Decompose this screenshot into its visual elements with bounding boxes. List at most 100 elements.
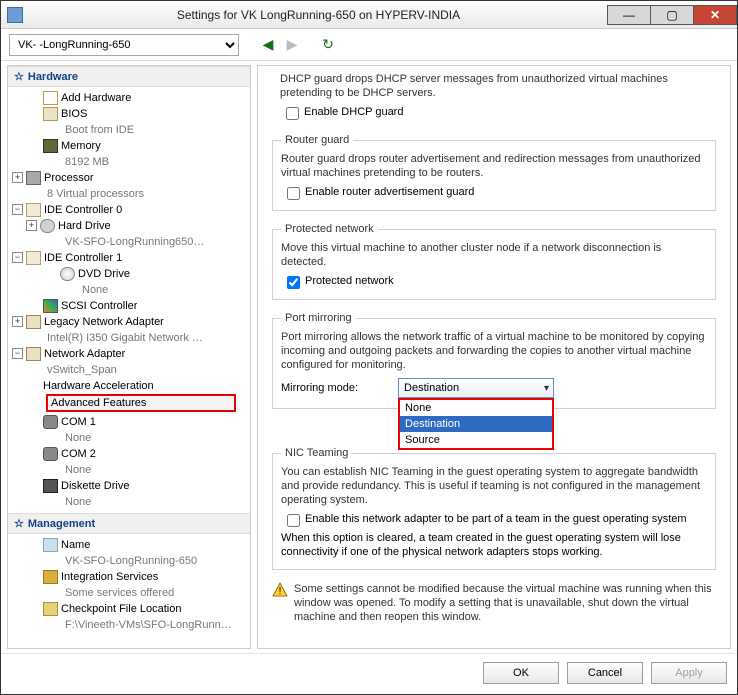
ide1-item[interactable]: −IDE Controller 1 [8,249,250,265]
router-description: Router guard drops router advertisement … [281,152,707,180]
mirror-option-source[interactable]: Source [400,432,552,448]
ide-icon [26,251,41,265]
mirror-option-none[interactable]: None [400,400,552,416]
scsi-item[interactable]: SCSI Controller [8,297,250,313]
com-port-icon [43,415,58,429]
integration-services-item[interactable]: Integration Services [8,568,250,584]
protected-network-group: Protected network Move this virtual mach… [272,223,716,300]
settings-tree[interactable]: ☆Hardware Add Hardware BIOS Boot from ID… [8,66,250,648]
cancel-button[interactable]: Cancel [567,662,643,684]
management-category[interactable]: ☆Management [8,513,250,534]
collapse-icon[interactable]: − [12,204,23,215]
diskette-sub: None [61,496,91,508]
router-guard-legend: Router guard [281,134,353,146]
add-hardware-icon [43,91,58,105]
nic-label: Enable this network adapter to be part o… [305,513,687,525]
hard-drive-item[interactable]: +Hard Drive [8,217,250,233]
mirror-mode-list: None Destination Source [398,398,554,450]
com-port-icon [43,447,58,461]
protected-checkbox[interactable] [287,276,300,289]
nic-description: You can establish NIC Teaming in the gue… [281,465,707,507]
services-icon [43,570,58,584]
ok-button[interactable]: OK [483,662,559,684]
router-label: Enable router advertisement guard [305,186,474,198]
port-mirroring-legend: Port mirroring [281,312,356,324]
mirror-mode-label: Mirroring mode: [281,382,358,394]
bios-sub: Boot from IDE [61,124,134,136]
bios-icon [43,107,58,121]
collapse-icon[interactable]: − [12,252,23,263]
toolbar: VK- -LongRunning-650 ◀ ▶ ↻ [1,29,737,61]
bios-item[interactable]: BIOS [8,105,250,121]
processor-item[interactable]: +Processor [8,169,250,185]
hardware-category[interactable]: ☆Hardware [8,66,250,87]
mirror-description: Port mirroring allows the network traffi… [281,330,707,372]
processor-sub: 8 Virtual processors [43,188,144,200]
processor-icon [26,171,41,185]
expand-icon[interactable]: + [12,172,23,183]
dhcp-checkbox[interactable] [286,107,299,120]
nic-note: When this option is cleared, a team crea… [281,531,707,559]
nav-back-icon[interactable]: ◀ [259,36,277,54]
diskette-item[interactable]: Diskette Drive [8,477,250,493]
add-hardware-item[interactable]: Add Hardware [8,89,250,105]
collapse-icon[interactable]: − [12,348,23,359]
mirror-option-destination[interactable]: Destination [400,416,552,432]
nic-teaming-legend: NIC Teaming [281,447,352,459]
expand-icon[interactable]: + [12,316,23,327]
refresh-icon[interactable]: ↻ [319,36,337,54]
hard-drive-icon [40,219,55,233]
close-button[interactable]: ✕ [693,5,737,25]
dhcp-label: Enable DHCP guard [304,106,403,118]
network-icon [26,315,41,329]
com2-item[interactable]: COM 2 [8,445,250,461]
minimize-button[interactable]: — [607,5,651,25]
hard-drive-sub: VK-SFO-LongRunning650… [61,236,204,248]
com1-sub: None [61,432,91,444]
warning-row: ! Some settings cannot be modified becau… [272,582,716,630]
apply-button: Apply [651,662,727,684]
expand-icon[interactable]: + [26,220,37,231]
com2-sub: None [61,464,91,476]
protected-label: Protected network [305,275,394,287]
checkpoint-icon [43,602,58,616]
advanced-features-item[interactable]: Advanced Features [46,394,236,412]
warning-icon: ! [272,582,288,598]
network-icon [26,347,41,361]
diskette-icon [43,479,58,493]
ide-icon [26,203,41,217]
checkpoint-location-sub: F:\Vineeth-VMs\SFO-LongRunn… [61,619,232,631]
protected-network-legend: Protected network [281,223,378,235]
dvd-icon [60,267,75,281]
router-checkbox[interactable] [287,187,300,200]
legacy-net-sub: Intel(R) I350 Gigabit Network … [43,332,203,344]
hardware-acceleration-item[interactable]: Hardware Acceleration [8,377,250,393]
maximize-button[interactable]: ▢ [650,5,694,25]
com1-item[interactable]: COM 1 [8,413,250,429]
nic-checkbox[interactable] [287,514,300,527]
legacy-net-item[interactable]: +Legacy Network Adapter [8,313,250,329]
dhcp-description: DHCP guard drops DHCP server messages fr… [280,72,716,100]
integration-services-sub: Some services offered [61,587,174,599]
nic-teaming-group: NIC Teaming You can establish NIC Teamin… [272,447,716,570]
dvd-drive-item[interactable]: DVD Drive [8,265,250,281]
button-bar: OK Cancel Apply [1,653,737,692]
scsi-icon [43,299,58,313]
ide0-item[interactable]: −IDE Controller 0 [8,201,250,217]
mirror-mode-dropdown[interactable]: Destination [398,378,554,398]
network-adapter-item[interactable]: −Network Adapter [8,345,250,361]
network-adapter-sub: vSwitch_Span [43,364,117,376]
name-icon [43,538,58,552]
memory-item[interactable]: Memory [8,137,250,153]
title-bar: Settings for VK LongRunning-650 on HYPER… [1,1,737,29]
vm-selector[interactable]: VK- -LongRunning-650 [9,34,239,56]
app-icon [7,7,23,23]
memory-icon [43,139,58,153]
checkpoint-location-item[interactable]: Checkpoint File Location [8,600,250,616]
name-sub: VK-SFO-LongRunning-650 [61,555,197,567]
window-title: Settings for VK LongRunning-650 on HYPER… [29,8,608,22]
name-item[interactable]: Name [8,536,250,552]
port-mirroring-group: Port mirroring Port mirroring allows the… [272,312,716,409]
settings-panel: DHCP guard drops DHCP server messages fr… [257,65,731,649]
dvd-sub: None [78,284,108,296]
